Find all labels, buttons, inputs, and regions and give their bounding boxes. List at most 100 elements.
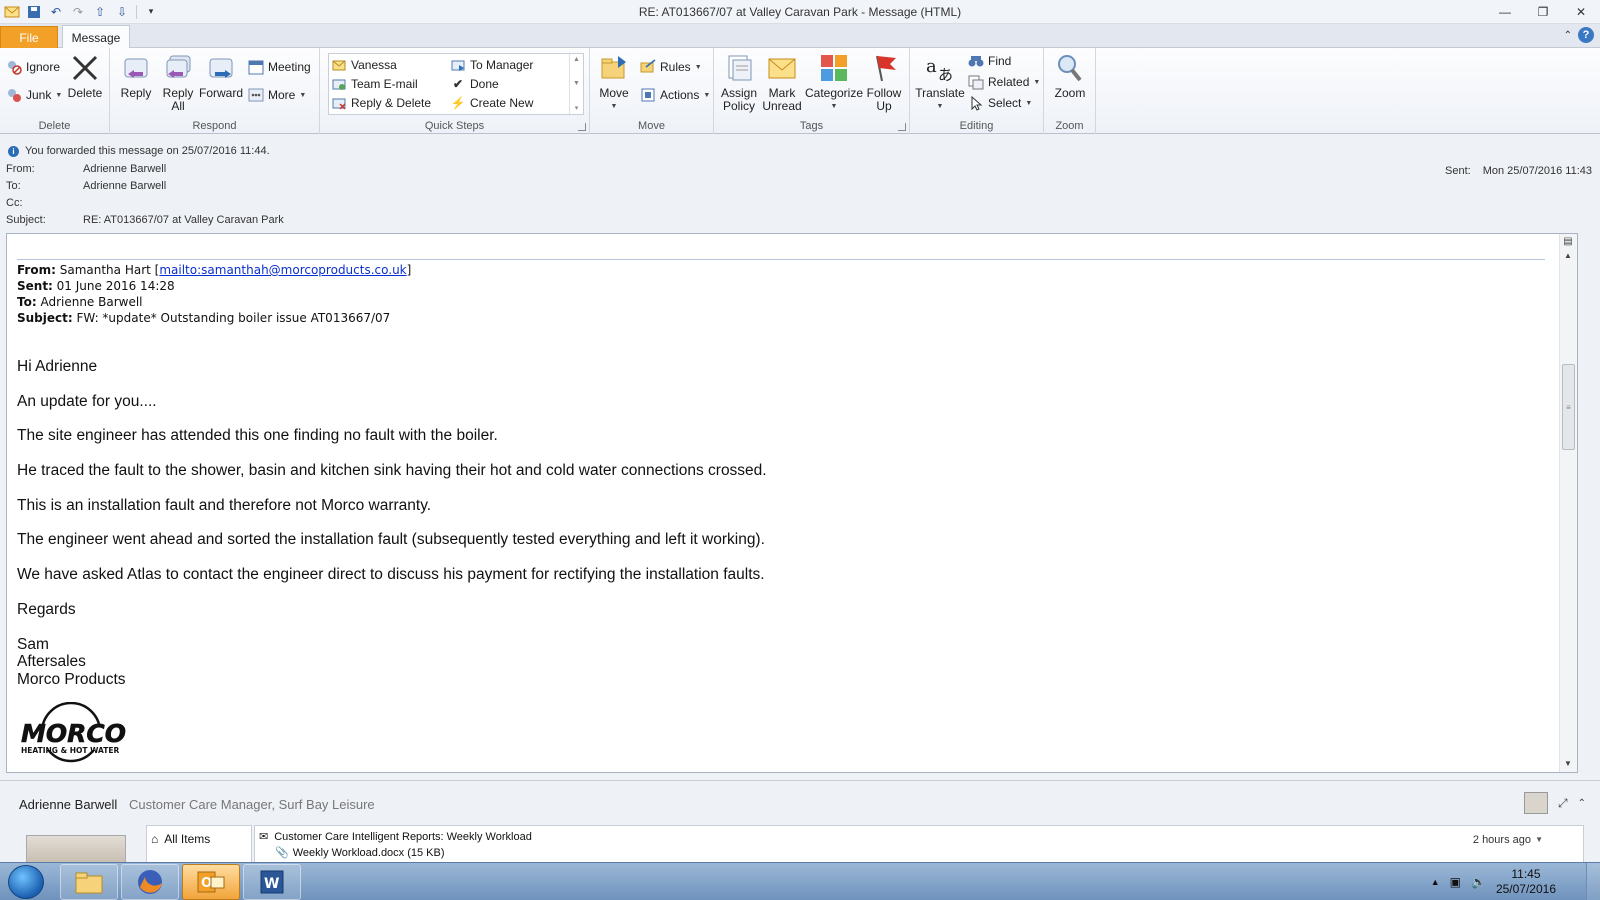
quickstep-create-new[interactable]: ⚡ Create New [450, 94, 534, 112]
collapse-icon[interactable]: ⌃ [1578, 798, 1586, 809]
translate-button[interactable]: aあ Translate ▼ [914, 52, 966, 113]
reply-all-button[interactable]: Reply All [158, 52, 198, 113]
message-body[interactable]: From: Samantha Hart [mailto:samanthah@mo… [6, 233, 1578, 773]
all-items-list[interactable]: ⌂ All Items [146, 825, 252, 863]
taskbar-word[interactable]: W [243, 864, 301, 900]
zoom-label: Zoom [1054, 86, 1086, 100]
quickstep-vanessa[interactable]: Vanessa [331, 56, 397, 74]
select-button[interactable]: Select ▼ [968, 94, 1032, 112]
zoom-group: Zoom Zoom [1044, 48, 1096, 134]
dialog-launcher-icon[interactable] [898, 123, 906, 131]
find-button[interactable]: Find [968, 52, 1011, 70]
categorize-button[interactable]: Categorize ▼ [805, 52, 863, 113]
taskbar-firefox[interactable] [121, 864, 179, 900]
chevron-down-icon: ▼ [610, 103, 618, 110]
people-pane-title: Customer Care Manager, Surf Bay Leisure [129, 797, 375, 812]
scroll-down-icon[interactable]: ▼ [1560, 756, 1576, 770]
show-desktop-button[interactable] [1586, 863, 1600, 900]
to-value[interactable]: Adrienne Barwell [83, 180, 166, 192]
show-hidden-icons-icon[interactable]: ▲ [1431, 877, 1440, 887]
signature-line: Aftersales [17, 653, 86, 670]
follow-up-button[interactable]: Follow Up [864, 52, 904, 113]
header-from-row: From: Adrienne Barwell [6, 163, 166, 175]
assign-policy-button[interactable]: Assign Policy [718, 52, 760, 113]
expand-icon[interactable]: ⤢ [1558, 796, 1568, 811]
categorize-icon [818, 52, 850, 84]
people-pane-name[interactable]: Adrienne Barwell [19, 797, 117, 812]
quick-steps-scroll[interactable]: ▲ ▼ ▾ [569, 54, 583, 114]
message-scrollbar[interactable]: ▤ ▲ ≡ ▼ [1559, 234, 1577, 772]
meeting-button[interactable]: Meeting [248, 58, 311, 76]
reply-icon [120, 52, 152, 84]
feed-attachment[interactable]: 📎 Weekly Workload.docx (15 KB) [275, 846, 445, 860]
sign-off: Regards [17, 600, 76, 618]
restore-button[interactable]: ❐ [1524, 0, 1562, 24]
previous-item-icon[interactable]: ⇧ [92, 4, 108, 20]
activity-feed[interactable]: ✉ Customer Care Intelligent Reports: Wee… [254, 825, 1584, 863]
dialog-launcher-icon[interactable] [578, 123, 586, 131]
customize-qat-icon[interactable]: ▾ [143, 4, 159, 20]
select-label: Select [988, 96, 1022, 110]
home-icon: ⌂ [151, 832, 159, 846]
scroll-down-icon[interactable]: ▼ [573, 80, 580, 87]
scroll-up-icon[interactable]: ▲ [1560, 248, 1576, 262]
delete-button[interactable]: Delete [66, 52, 104, 100]
tab-file[interactable]: File [0, 26, 58, 48]
paragraph: The engineer went ahead and sorted the i… [17, 531, 765, 549]
reply-button[interactable]: Reply [116, 52, 156, 100]
feed-item[interactable]: ✉ Customer Care Intelligent Reports: Wee… [259, 830, 532, 844]
related-button[interactable]: Related ▼ [968, 73, 1040, 91]
zoom-button[interactable]: Zoom [1050, 52, 1090, 100]
save-icon[interactable] [26, 4, 42, 20]
quickstep-reply-delete[interactable]: Reply & Delete [331, 94, 431, 112]
quickstep-label: Vanessa [351, 58, 397, 72]
chevron-down-icon[interactable]: ▼ [1535, 835, 1543, 844]
volume-icon[interactable]: 🔈 [1471, 875, 1486, 889]
clock[interactable]: 11:45 25/07/2016 [1496, 867, 1556, 897]
expand-gallery-icon[interactable]: ▾ [575, 104, 579, 112]
team-email-icon [331, 76, 347, 92]
junk-label: Junk [26, 88, 52, 102]
svg-text:HEATING & HOT WATER: HEATING & HOT WATER [21, 746, 120, 755]
help-icon[interactable]: ? [1578, 27, 1594, 43]
move-group: Move ▼ Rules ▼ Actions ▼ Move [590, 48, 714, 134]
redo-icon[interactable]: ↷ [70, 4, 86, 20]
undo-icon[interactable]: ↶ [48, 4, 64, 20]
quickstep-done[interactable]: ✔ Done [450, 75, 499, 93]
minimize-button[interactable]: — [1486, 0, 1524, 24]
ignore-button[interactable]: Ignore [6, 58, 60, 76]
junk-button[interactable]: Junk ▼ [6, 86, 62, 104]
forward-button[interactable]: Forward [198, 52, 244, 100]
attachment-label: Weekly Workload.docx (15 KB) [292, 846, 445, 859]
close-button[interactable]: ✕ [1562, 0, 1600, 24]
scroll-up-icon[interactable]: ▲ [573, 56, 580, 63]
scroll-settings-icon[interactable]: ▤ [1560, 234, 1576, 248]
rules-button[interactable]: Rules ▼ [640, 58, 702, 76]
taskbar-explorer[interactable] [60, 864, 118, 900]
minimize-ribbon-icon[interactable]: ⌃ [1564, 30, 1572, 41]
delete-label: Delete [67, 86, 103, 100]
group-label-editing: Editing [959, 120, 994, 132]
fwd-mailto-link[interactable]: mailto:samanthah@morcoproducts.co.uk [159, 263, 406, 277]
tab-message[interactable]: Message [62, 25, 130, 49]
next-item-icon[interactable]: ⇩ [114, 4, 130, 20]
chevron-down-icon: ▼ [55, 91, 63, 99]
window-title: RE: AT013667/07 at Valley Caravan Park -… [638, 5, 962, 19]
from-value[interactable]: Adrienne Barwell [83, 163, 166, 175]
quickstep-to-manager[interactable]: To Manager [450, 56, 533, 74]
all-items-row[interactable]: ⌂ All Items [151, 832, 210, 846]
network-icon[interactable]: ▣ [1450, 875, 1461, 889]
actions-button[interactable]: Actions ▼ [640, 86, 710, 104]
mark-unread-button[interactable]: Mark Unread [762, 52, 802, 113]
clock-time: 11:45 [1511, 867, 1541, 881]
more-button[interactable]: More ▼ [248, 86, 306, 104]
junk-icon [6, 87, 22, 103]
avatar[interactable] [1524, 792, 1548, 814]
envelope-icon [766, 52, 798, 84]
start-button[interactable] [8, 865, 44, 899]
outlook-icon: O [197, 871, 225, 893]
taskbar-outlook[interactable]: O [182, 864, 240, 900]
scroll-thumb[interactable]: ≡ [1562, 364, 1575, 450]
quickstep-team-email[interactable]: Team E-mail [331, 75, 418, 93]
move-button[interactable]: Move ▼ [596, 52, 632, 113]
